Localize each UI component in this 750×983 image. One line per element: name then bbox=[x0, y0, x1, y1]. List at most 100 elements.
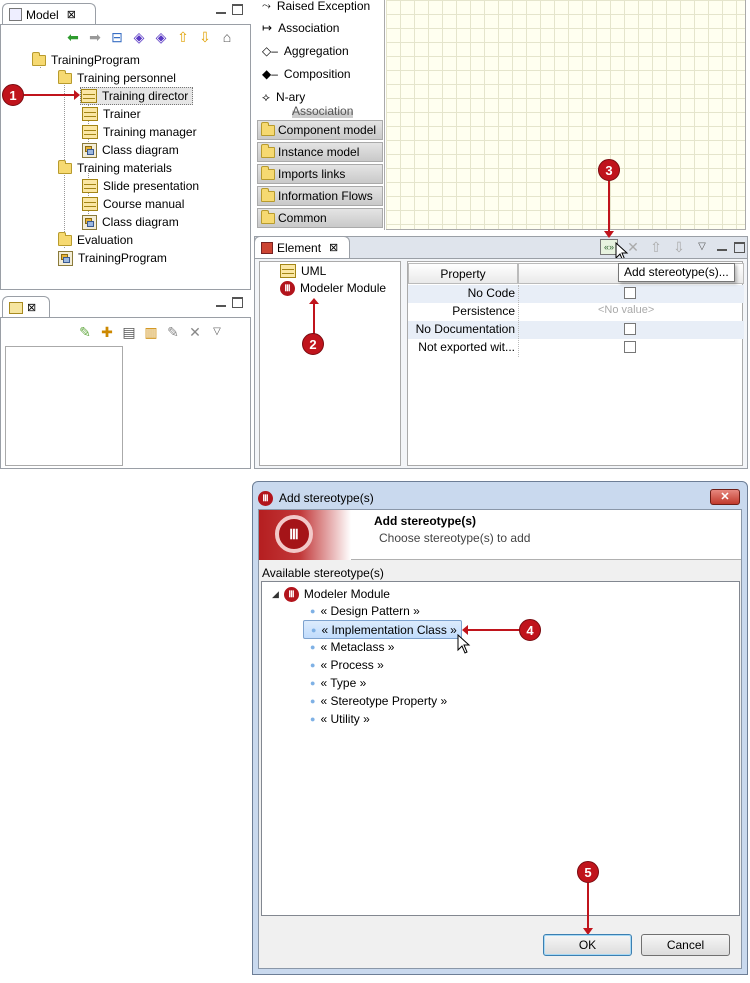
palette-aggregation[interactable]: ◇– Aggregation bbox=[262, 40, 349, 62]
add-note-icon[interactable]: ✚ bbox=[99, 324, 115, 340]
callout-3: 3 bbox=[598, 159, 620, 181]
document-icon[interactable]: ▤ bbox=[121, 324, 137, 340]
palette-category-imports-links[interactable]: Imports links bbox=[257, 164, 383, 184]
element-tree-modeler-module[interactable]: Ⅲ Modeler Module bbox=[280, 279, 386, 297]
palette-composition[interactable]: ◆– Composition bbox=[262, 63, 351, 85]
close-icon[interactable]: ⊠ bbox=[329, 241, 338, 254]
sync-icon[interactable]: ◈ bbox=[153, 29, 169, 45]
stereotype-tree-root[interactable]: ◢ Ⅲ Modeler Module bbox=[272, 585, 390, 603]
stereotype-metaclass[interactable]: ● « Metaclass » bbox=[310, 638, 394, 656]
row-label-no-code: No Code bbox=[467, 286, 515, 300]
table-column-divider bbox=[518, 285, 519, 357]
diagram-canvas[interactable] bbox=[386, 0, 746, 230]
callout-4: 4 bbox=[519, 619, 541, 641]
move-down-icon[interactable]: ⇩ bbox=[671, 239, 687, 255]
stereotype-utility[interactable]: ● « Utility » bbox=[310, 710, 370, 728]
forward-arrow-icon[interactable]: ➡ bbox=[87, 29, 103, 45]
stereotype-stereotype-property[interactable]: ● « Stereotype Property » bbox=[310, 692, 447, 710]
tree-item-class-diagram-2[interactable]: Class diagram bbox=[82, 213, 179, 231]
tree-item-label: Training materials bbox=[77, 161, 172, 175]
bullet-icon: ● bbox=[311, 624, 317, 635]
tree-item-label: Course manual bbox=[103, 197, 185, 211]
edit-document-icon[interactable]: ✎ bbox=[165, 324, 181, 340]
tree-item-label: Training director bbox=[102, 89, 189, 103]
model-view-minimize-button[interactable] bbox=[216, 4, 226, 14]
tree-item-training-personnel[interactable]: Training personnel bbox=[58, 69, 176, 87]
link-icon[interactable]: ◈ bbox=[131, 29, 147, 45]
tree-item-trainer[interactable]: Trainer bbox=[82, 105, 141, 123]
notes-list[interactable] bbox=[5, 346, 123, 466]
notes-view-minimize-button[interactable] bbox=[216, 297, 226, 307]
palette-category-instance-model[interactable]: Instance model bbox=[257, 142, 383, 162]
tree-item-trainingprogram[interactable]: TrainingProgram bbox=[32, 51, 140, 69]
up-arrow-icon[interactable]: ⇧ bbox=[175, 29, 191, 45]
tree-item-label: Class diagram bbox=[102, 215, 179, 229]
palette-raised-exception[interactable]: ⤳ Raised Exception bbox=[262, 0, 370, 17]
home-icon[interactable]: ⌂ bbox=[219, 29, 235, 45]
tree-item-training-materials[interactable]: Training materials bbox=[58, 159, 172, 177]
class-diagram-icon bbox=[82, 142, 97, 158]
back-arrow-icon[interactable]: ⬅ bbox=[65, 29, 81, 45]
model-view-tab[interactable]: Model ⊠ bbox=[2, 3, 96, 25]
stereotype-design-pattern[interactable]: ● « Design Pattern » bbox=[310, 602, 420, 620]
down-arrow-icon[interactable]: ⇩ bbox=[197, 29, 213, 45]
new-document-icon[interactable]: ▥ bbox=[143, 324, 159, 340]
persistence-value[interactable]: <No value> bbox=[598, 304, 654, 316]
model-view-maximize-button[interactable] bbox=[232, 4, 243, 15]
add-stereotype-tooltip: Add stereotype(s)... bbox=[618, 263, 735, 282]
notes-view-panel: ✎ ✚ ▤ ▥ ✎ ✕ ▽ bbox=[0, 317, 251, 469]
palette-nary-label-cont: Association bbox=[292, 104, 354, 118]
edit-note-icon[interactable]: ✎ bbox=[77, 324, 93, 340]
open-folder-icon bbox=[261, 187, 275, 202]
mouse-cursor-icon bbox=[457, 634, 471, 654]
palette-category-common[interactable]: Common bbox=[257, 208, 383, 228]
notes-view-maximize-button[interactable] bbox=[232, 297, 243, 308]
callout-2: 2 bbox=[302, 333, 324, 355]
view-menu-icon[interactable]: ▽ bbox=[694, 239, 710, 255]
tree-item-slide-presentation[interactable]: Slide presentation bbox=[82, 177, 199, 195]
dialog-subheading: Choose stereotype(s) to add bbox=[379, 531, 531, 545]
tree-item-training-director[interactable]: Training director bbox=[80, 87, 194, 105]
tree-item-class-diagram[interactable]: Class diagram bbox=[82, 141, 179, 159]
tree-item-evaluation[interactable]: Evaluation bbox=[58, 231, 133, 249]
dialog-close-button[interactable]: ✕ bbox=[710, 489, 740, 505]
notes-view-tab[interactable]: ⊠ bbox=[2, 296, 50, 318]
close-icon[interactable]: ⊠ bbox=[67, 8, 76, 21]
stereotype-implementation-class[interactable]: ● « Implementation Class » bbox=[303, 620, 462, 639]
association-icon: ↦ bbox=[262, 21, 273, 35]
close-icon[interactable]: ⊠ bbox=[27, 301, 36, 314]
element-view-minimize-button[interactable] bbox=[717, 243, 727, 251]
folder-icon bbox=[58, 69, 72, 84]
open-folder-icon bbox=[261, 121, 275, 136]
callout-1: 1 bbox=[2, 84, 24, 106]
folder-icon bbox=[32, 51, 46, 66]
model-tab-label: Model bbox=[26, 7, 59, 22]
notes-toolbar: ✎ ✚ ▤ ▥ ✎ ✕ ▽ bbox=[77, 324, 225, 340]
stereotype-process[interactable]: ● « Process » bbox=[310, 656, 384, 674]
element-tree-uml[interactable]: UML bbox=[280, 262, 326, 280]
callout-4-arrow bbox=[462, 625, 520, 635]
palette-category-information-flows[interactable]: Information Flows bbox=[257, 186, 383, 206]
palette-association[interactable]: ↦ Association bbox=[262, 17, 339, 39]
collapse-all-icon[interactable]: ⊟ bbox=[109, 29, 125, 45]
tree-item-label: Trainer bbox=[103, 107, 141, 121]
no-documentation-checkbox[interactable] bbox=[624, 323, 636, 335]
element-view-tab[interactable]: Element ⊠ bbox=[254, 236, 350, 258]
tree-item-course-manual[interactable]: Course manual bbox=[82, 195, 184, 213]
element-view-maximize-button[interactable] bbox=[734, 241, 745, 253]
stereotype-type[interactable]: ● « Type » bbox=[310, 674, 366, 692]
tree-item-label: Training manager bbox=[103, 125, 197, 139]
ok-button[interactable]: OK bbox=[543, 934, 632, 956]
cancel-button[interactable]: Cancel bbox=[641, 934, 730, 956]
tree-item-training-manager[interactable]: Training manager bbox=[82, 123, 197, 141]
class-icon bbox=[82, 107, 98, 121]
tree-item-trainingprogram-diagram[interactable]: TrainingProgram bbox=[58, 249, 167, 267]
palette-category-component-model[interactable]: Component model bbox=[257, 120, 383, 140]
expand-arrow-icon[interactable]: ◢ bbox=[272, 589, 279, 600]
view-menu-icon[interactable]: ▽ bbox=[209, 324, 225, 340]
property-column-header[interactable]: Property bbox=[408, 263, 518, 284]
delete-icon[interactable]: ✕ bbox=[187, 324, 203, 340]
no-code-checkbox[interactable] bbox=[624, 287, 636, 299]
move-up-icon[interactable]: ⇧ bbox=[648, 239, 664, 255]
not-exported-checkbox[interactable] bbox=[624, 341, 636, 353]
